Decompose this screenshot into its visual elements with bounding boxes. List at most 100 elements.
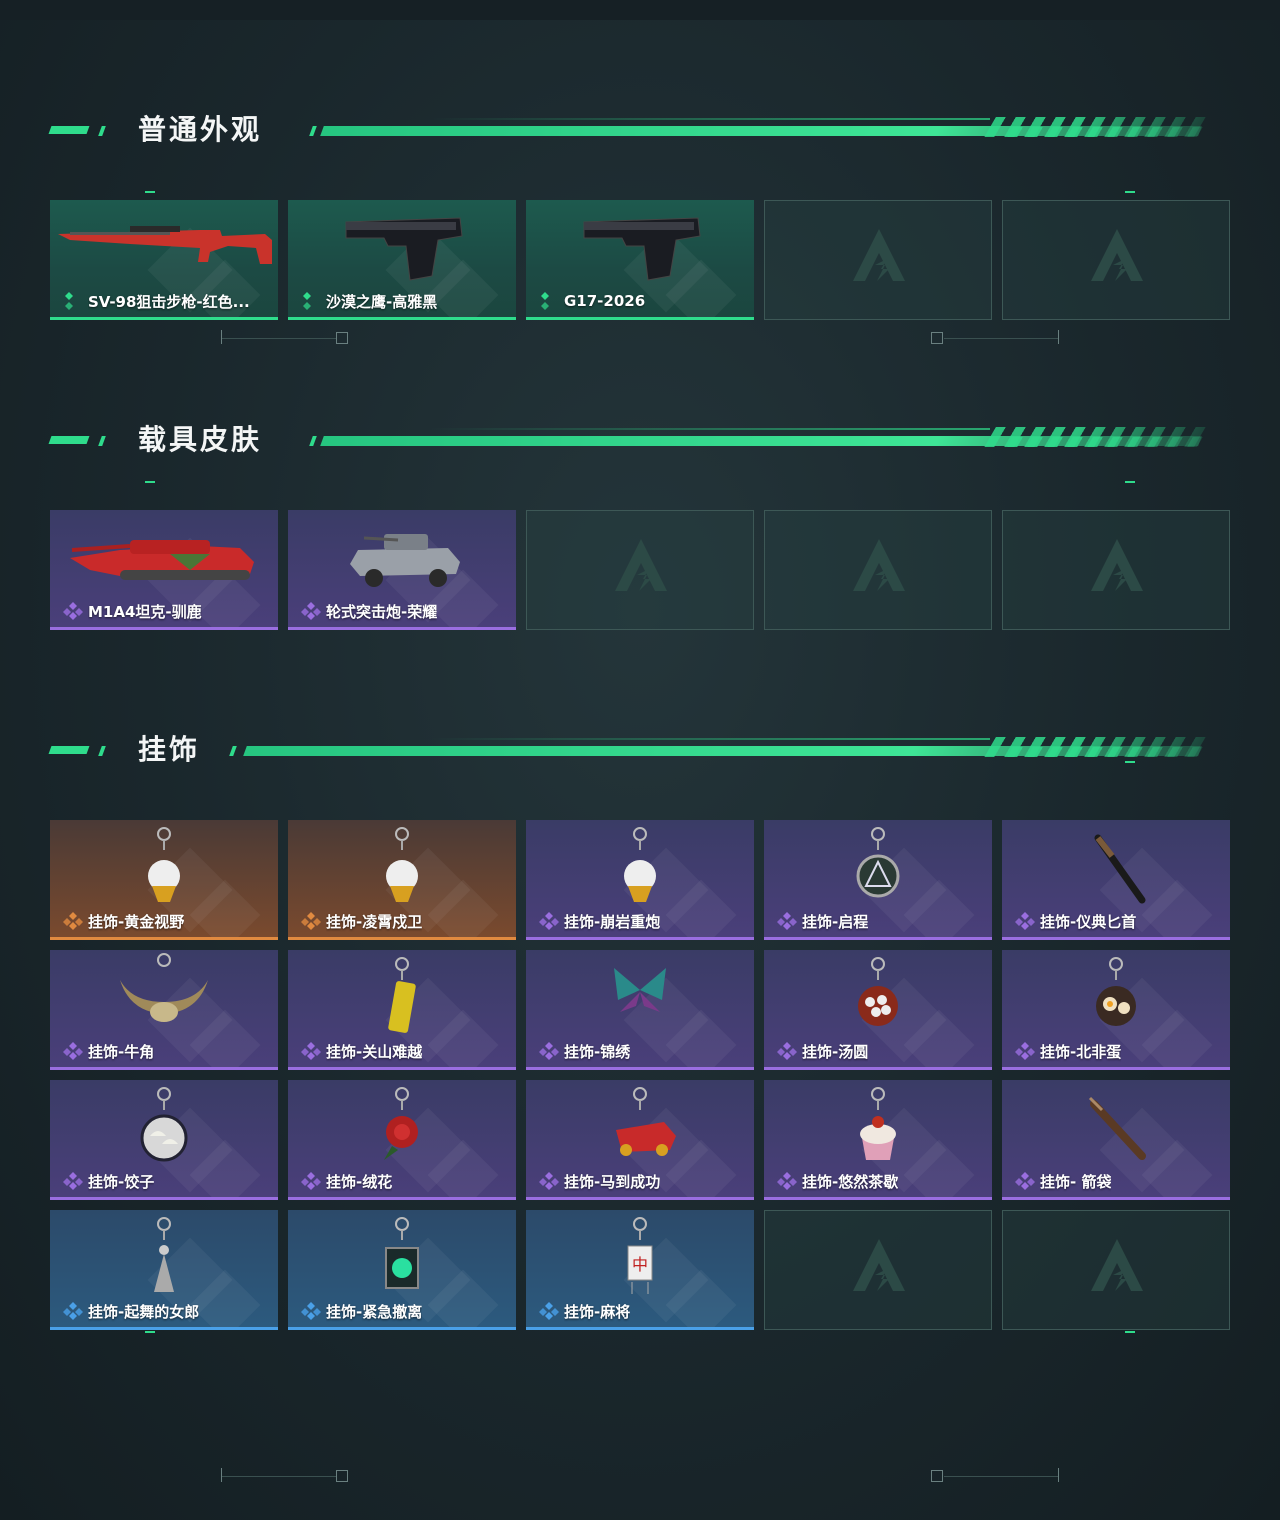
tank-icon — [70, 540, 254, 580]
header-checker — [997, 127, 1203, 137]
item-name: SV-98狙击步枪-红色... — [88, 292, 250, 311]
item-label-row: 挂饰-紧急撤离 — [300, 1301, 422, 1321]
item-label-row: 挂饰-起舞的女郎 — [62, 1301, 199, 1321]
header-dash — [48, 746, 90, 754]
item-name: 轮式突击炮-荣耀 — [326, 602, 438, 621]
section-title: 载具皮肤 — [138, 423, 263, 456]
item-card[interactable]: 挂饰-起舞的女郎 — [50, 1210, 278, 1330]
rarity-icon — [1015, 912, 1035, 930]
corner-mark — [145, 1331, 155, 1333]
header-line — [430, 738, 990, 740]
item-card[interactable]: 挂饰-锦绣 — [526, 950, 754, 1070]
item-card[interactable]: 挂饰-绒花 — [288, 1080, 516, 1200]
charm-mahjong-icon: 中 — [627, 1217, 653, 1294]
header-checker — [997, 437, 1203, 447]
corner-mark — [145, 481, 155, 483]
item-card[interactable]: 挂饰-汤圆 — [764, 950, 992, 1070]
item-label-row: 挂饰-北非蛋 — [1014, 1041, 1121, 1061]
rarity-icon — [541, 292, 549, 310]
item-label-row: SV-98狙击步枪-红色... — [62, 291, 250, 311]
item-card[interactable]: 挂饰-仪典匕首 — [1002, 820, 1230, 940]
empty-slot — [764, 1210, 992, 1330]
item-label-row: G17-2026 — [538, 291, 645, 311]
charm-pan-icon — [1096, 957, 1136, 1026]
item-label-row: 沙漠之鹰-高雅黑 — [300, 291, 437, 311]
item-card[interactable]: 挂饰-悠然茶歇 — [764, 1080, 992, 1200]
placeholder-logo-icon — [615, 539, 667, 591]
header-checker — [997, 747, 1203, 757]
charm-medallion-icon — [856, 827, 900, 898]
placeholder-logo-icon — [1091, 539, 1143, 591]
item-card[interactable]: 中挂饰-麻将 — [526, 1210, 754, 1330]
charm-dancer-icon — [154, 1217, 174, 1292]
item-label-row: 挂饰-锦绣 — [538, 1041, 630, 1061]
item-card[interactable]: 挂饰-牛角 — [50, 950, 278, 1070]
item-label-row: 挂饰-汤圆 — [776, 1041, 868, 1061]
svg-text:中: 中 — [632, 1255, 648, 1274]
placeholder-logo-icon — [1091, 1239, 1143, 1291]
corner-mark — [1125, 481, 1135, 483]
item-label-row: 挂饰-黄金视野 — [62, 911, 184, 931]
empty-slot — [1002, 200, 1230, 320]
item-name: 挂饰-马到成功 — [564, 1172, 661, 1191]
scale-decoration — [0, 1468, 1280, 1488]
header-dash — [98, 126, 106, 136]
rarity-icon — [301, 1172, 321, 1190]
header-dash — [309, 126, 317, 136]
header-dash — [229, 746, 237, 756]
item-name: 挂饰-牛角 — [88, 1042, 155, 1061]
section-header: 载具皮肤 — [0, 420, 1280, 460]
charm-butterfly-icon — [614, 968, 666, 1012]
corner-mark — [1125, 1331, 1135, 1333]
item-label-row: 轮式突击炮-荣耀 — [300, 601, 437, 621]
charm-flower-icon — [384, 1087, 418, 1160]
corner-mark — [145, 191, 155, 193]
placeholder-logo-icon — [853, 1239, 905, 1291]
corner-mark — [1125, 191, 1135, 193]
item-card[interactable]: M1A4坦克-驯鹿 — [50, 510, 278, 630]
scale-decoration — [0, 330, 1280, 350]
item-card[interactable]: 挂饰-黄金视野 — [50, 820, 278, 940]
item-label-row: 挂饰-牛角 — [62, 1041, 154, 1061]
charm-bowl-icon — [858, 957, 898, 1026]
item-name: 挂饰-仪典匕首 — [1040, 912, 1137, 931]
item-name: 挂饰-悠然茶歇 — [802, 1172, 899, 1191]
rarity-icon — [63, 1042, 83, 1060]
charm-quiver-icon — [1088, 1096, 1146, 1160]
item-card[interactable]: SV-98狙击步枪-红色... — [50, 200, 278, 320]
rarity-icon — [539, 912, 559, 930]
item-card[interactable]: 挂饰-饺子 — [50, 1080, 278, 1200]
rarity-icon — [777, 1042, 797, 1060]
rarity-icon — [539, 1172, 559, 1190]
item-label-row: 挂饰-马到成功 — [538, 1171, 660, 1191]
item-name: 沙漠之鹰-高雅黑 — [326, 292, 438, 311]
item-card[interactable]: 挂饰-崩岩重炮 — [526, 820, 754, 940]
item-card[interactable]: 挂饰-紧急撤离 — [288, 1210, 516, 1330]
item-name: 挂饰-饺子 — [88, 1172, 155, 1191]
top-bar — [0, 0, 1280, 20]
rarity-icon — [539, 1042, 559, 1060]
item-card[interactable]: 挂饰-启程 — [764, 820, 992, 940]
item-card[interactable]: 挂饰-凌霄戍卫 — [288, 820, 516, 940]
item-card[interactable]: 轮式突击炮-荣耀 — [288, 510, 516, 630]
item-card[interactable]: 挂饰- 箭袋 — [1002, 1080, 1230, 1200]
charm-box-icon — [385, 1217, 419, 1289]
item-card[interactable]: 沙漠之鹰-高雅黑 — [288, 200, 516, 320]
rarity-icon — [303, 292, 311, 310]
charm-figure-icon — [386, 827, 418, 902]
item-label-row: 挂饰-崩岩重炮 — [538, 911, 660, 931]
charm-horns-icon — [120, 953, 208, 1022]
rarity-icon — [301, 1042, 321, 1060]
placeholder-logo-icon — [1091, 229, 1143, 281]
rarity-icon — [777, 1172, 797, 1190]
item-name: 挂饰- 箭袋 — [1040, 1172, 1112, 1191]
item-card[interactable]: 挂饰-关山难越 — [288, 950, 516, 1070]
item-label-row: 挂饰-凌霄戍卫 — [300, 911, 422, 931]
corner-mark — [1125, 761, 1135, 763]
item-card[interactable]: G17-2026 — [526, 200, 754, 320]
item-card[interactable]: 挂饰-北非蛋 — [1002, 950, 1230, 1070]
item-name: G17-2026 — [564, 292, 646, 310]
item-card[interactable]: 挂饰-马到成功 — [526, 1080, 754, 1200]
rarity-icon — [1015, 1042, 1035, 1060]
header-dash — [98, 746, 106, 756]
